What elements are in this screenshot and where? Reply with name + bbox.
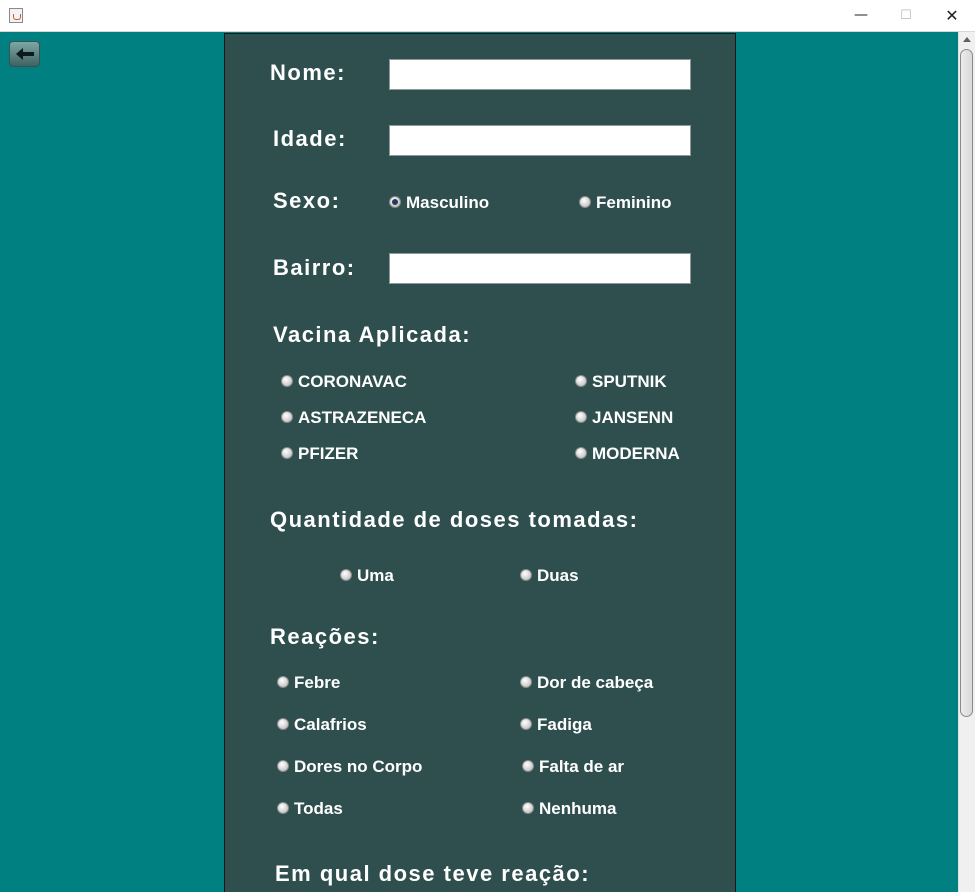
radio-dor-de-cabeca[interactable]: Dor de cabeça	[520, 673, 653, 693]
radio-pfizer[interactable]: PFIZER	[281, 444, 358, 464]
doses-label: Quantidade de doses tomadas:	[270, 507, 639, 532]
radio-button	[277, 801, 289, 814]
radio-dores-no-corpo[interactable]: Dores no Corpo	[277, 757, 422, 777]
bairro-label: Bairro:	[273, 255, 356, 280]
radio-feminino[interactable]: Feminino	[579, 193, 672, 213]
radio-button	[520, 717, 532, 730]
nome-input[interactable]	[389, 59, 691, 90]
radio-calafrios[interactable]: Calafrios	[277, 715, 367, 735]
back-button[interactable]	[9, 41, 40, 67]
radio-button	[579, 195, 591, 208]
radio-todas[interactable]: Todas	[277, 799, 343, 819]
window-titlebar: — ☐ ✕	[0, 0, 975, 32]
reacoes-label: Reações:	[270, 624, 380, 649]
radio-febre[interactable]: Febre	[277, 673, 340, 693]
sexo-label: Sexo:	[273, 188, 341, 213]
radio-button	[277, 759, 289, 772]
radio-button	[575, 374, 587, 387]
radio-moderna[interactable]: MODERNA	[575, 444, 680, 464]
radio-duas[interactable]: Duas	[520, 566, 579, 586]
radio-masculino[interactable]: Masculino	[389, 193, 489, 213]
radio-button	[520, 675, 532, 688]
radio-coronavac[interactable]: CORONAVAC	[281, 372, 407, 392]
minimize-button[interactable]: —	[838, 0, 884, 32]
radio-falta-de-ar[interactable]: Falta de ar	[522, 757, 624, 777]
close-button[interactable]: ✕	[929, 0, 975, 32]
radio-button	[340, 568, 352, 581]
bairro-input[interactable]	[389, 253, 691, 284]
radio-astrazeneca[interactable]: ASTRAZENECA	[281, 408, 426, 428]
nome-label: Nome:	[270, 60, 346, 85]
vacina-label: Vacina Aplicada:	[273, 322, 472, 347]
scroll-up-arrow-icon[interactable]	[959, 32, 975, 48]
radio-uma[interactable]: Uma	[340, 566, 394, 586]
radio-button	[575, 446, 587, 459]
radio-button	[389, 195, 401, 208]
radio-button	[281, 374, 293, 387]
vertical-scrollbar[interactable]	[958, 32, 975, 892]
radio-button	[277, 717, 289, 730]
app-content: Nome: Idade: Sexo: Masculino Feminino Ba…	[0, 32, 958, 892]
radio-button	[281, 410, 293, 423]
vaccination-form: Nome: Idade: Sexo: Masculino Feminino Ba…	[224, 33, 736, 892]
radio-button	[522, 759, 534, 772]
radio-button	[281, 446, 293, 459]
maximize-button[interactable]: ☐	[883, 0, 929, 32]
scroll-thumb[interactable]	[960, 49, 973, 717]
arrow-left-icon	[16, 48, 34, 60]
radio-jansenn[interactable]: JANSENN	[575, 408, 673, 428]
idade-label: Idade:	[273, 126, 347, 151]
idade-input[interactable]	[389, 125, 691, 156]
radio-nenhuma[interactable]: Nenhuma	[522, 799, 616, 819]
java-cup-icon	[9, 8, 23, 23]
radio-sputnik[interactable]: SPUTNIK	[575, 372, 667, 392]
radio-button	[277, 675, 289, 688]
radio-button	[522, 801, 534, 814]
radio-button	[520, 568, 532, 581]
radio-fadiga[interactable]: Fadiga	[520, 715, 592, 735]
radio-button	[575, 410, 587, 423]
dose-reacao-label: Em qual dose teve reação:	[275, 861, 591, 886]
